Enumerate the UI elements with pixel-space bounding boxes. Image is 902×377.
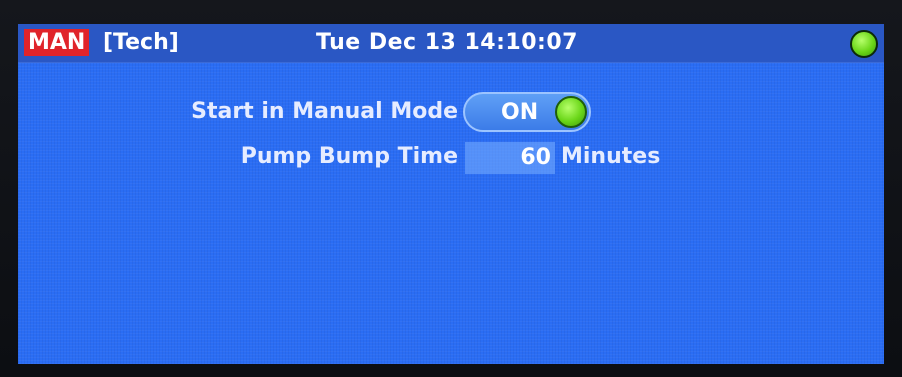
mode-badge[interactable]: MAN [24,29,90,56]
datetime-display: Tue Dec 13 14:10:07 [316,30,578,55]
user-level-label[interactable]: [Tech] [103,29,179,56]
pump-bump-time-value: 60 [520,145,551,170]
hmi-screen: MAN [Tech] Tue Dec 13 14:10:07 Start in … [18,24,884,364]
status-header: MAN [Tech] Tue Dec 13 14:10:07 [18,24,884,63]
pump-bump-time-input[interactable]: 60 [465,142,555,174]
start-manual-mode-label: Start in Manual Mode [191,99,458,124]
status-led-icon [850,30,878,58]
pump-bump-time-label: Pump Bump Time [240,144,458,169]
pump-bump-time-unit: Minutes [561,144,661,169]
start-manual-mode-toggle[interactable]: ON [463,92,591,132]
device-bezel: MAN [Tech] Tue Dec 13 14:10:07 Start in … [0,0,902,377]
toggle-knob-icon [555,96,587,128]
toggle-state-label: ON [501,100,539,125]
